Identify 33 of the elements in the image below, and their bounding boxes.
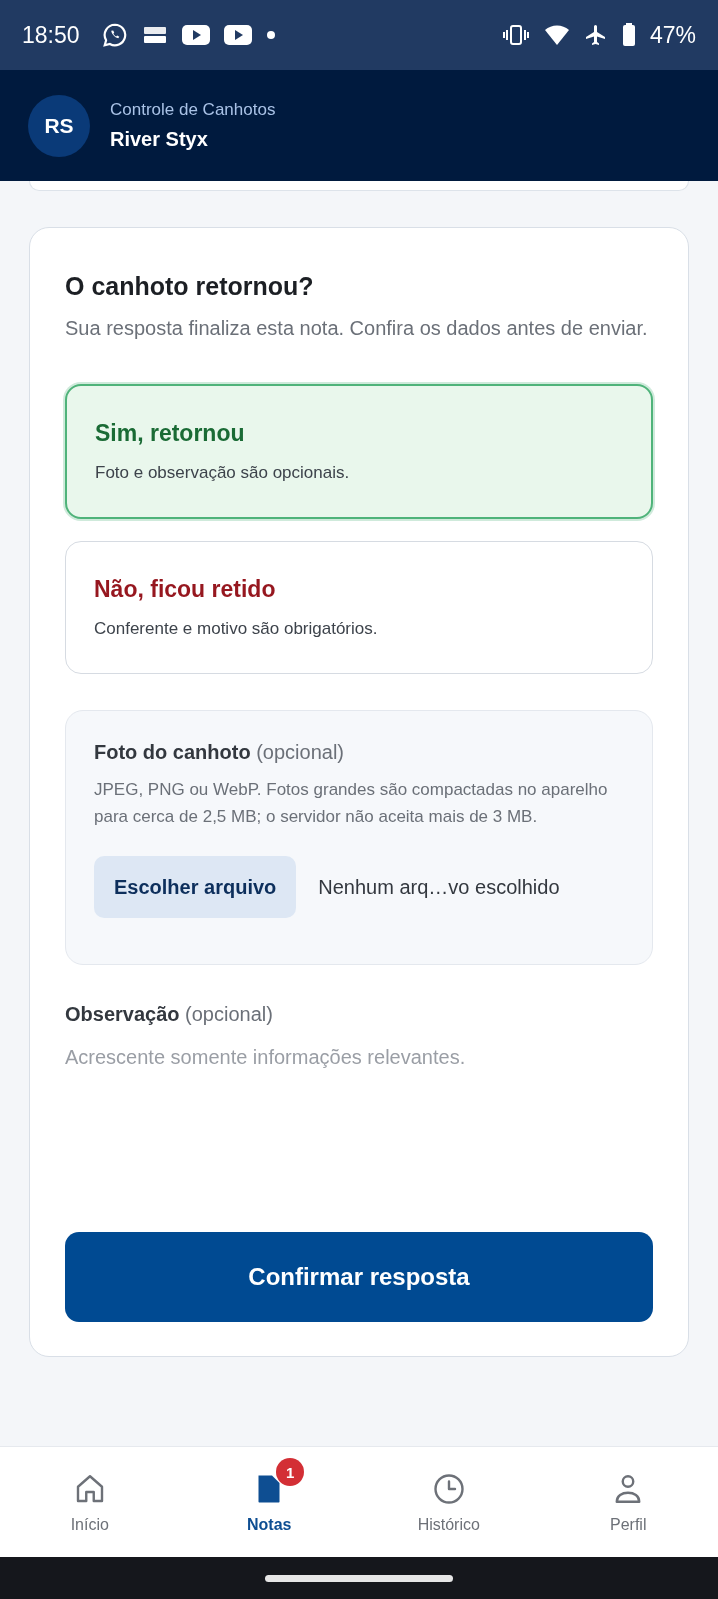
answer-option[interactable]: Não, ficou retido Conferente e motivo são obrigatórios. [65, 541, 653, 674]
notification-badge: 1 [276, 1458, 305, 1486]
user-name: River Styx [110, 128, 209, 151]
video-app-icon [223, 25, 252, 45]
choose-file-button[interactable]: Escolher arquivo [94, 856, 297, 918]
question-title: O canhoto retornou? [65, 272, 315, 301]
gesture-bar[interactable] [265, 1574, 453, 1582]
status-time: 18:50 [22, 21, 80, 49]
photo-description: JPEG, PNG ou WebP. Fotos grandes são compactadas no aparelho para cerca de 2,5 MB; o servidor não aceita mais de 3 MB. [94, 779, 609, 828]
photo-label: Foto do canhoto (opcional) [94, 741, 346, 764]
nav-tab[interactable]: Perfil [538, 1447, 718, 1557]
video-app-icon [181, 25, 210, 45]
answer-option[interactable]: Sim, retornou Foto e observação são opcionais. [65, 384, 653, 519]
battery-icon [621, 23, 636, 47]
notification-dot-icon [265, 30, 276, 40]
nav-tab[interactable]: Início [0, 1447, 180, 1557]
chat-app-icon [101, 22, 128, 48]
app-subtitle: Controle de Canhotos [110, 100, 276, 120]
vibrate-icon [501, 24, 530, 46]
observation-label: Observação (opcional) [65, 1003, 274, 1026]
wifi-icon [543, 24, 570, 46]
question-description: Sua resposta finaliza esta nota. Confira os dados antes de enviar. [65, 316, 649, 341]
option-title: Não, ficou retido [94, 576, 277, 603]
battery-percentage: 47% [649, 21, 696, 49]
option-description: Foto e observação são opcionais. [95, 463, 351, 483]
nav-tab[interactable]: 1 Notas [179, 1447, 359, 1557]
option-title: Sim, retornou [95, 420, 246, 447]
airplane-icon [583, 23, 608, 47]
confirm-button[interactable]: Confirmar resposta [65, 1232, 653, 1322]
nav-tab[interactable]: Histórico [359, 1447, 539, 1557]
file-status: Nenhum arq…vo escolhido [318, 875, 560, 899]
user-avatar: RS [28, 94, 90, 157]
option-description: Conferente e motivo são obrigatórios. [94, 619, 379, 639]
